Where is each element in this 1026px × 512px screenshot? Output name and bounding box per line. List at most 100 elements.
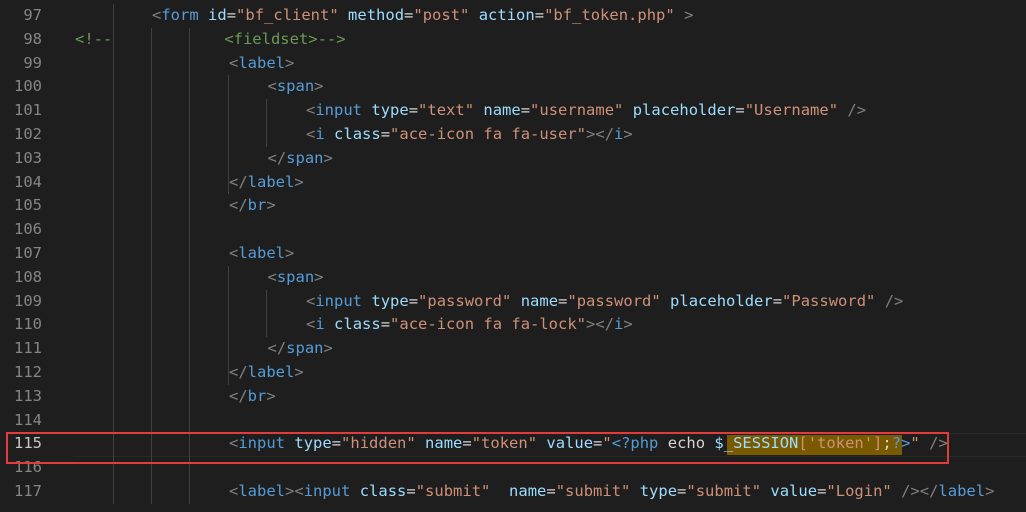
line-code: <label>: [229, 242, 294, 266]
code-token: "submit": [686, 482, 762, 500]
line-code: </label>: [229, 361, 304, 385]
code-token: >: [684, 6, 694, 24]
code-token: class: [334, 315, 381, 334]
code-token: =: [520, 101, 531, 120]
code-token: >: [586, 315, 596, 334]
line-code: <label><input class="submit" name="submi…: [229, 480, 994, 504]
code-token: =: [817, 482, 827, 500]
line-number: 101: [14, 101, 42, 120]
code-token: =: [380, 315, 391, 334]
code-line[interactable]: 104 </label>: [0, 171, 1026, 195]
line-number: 105: [14, 196, 42, 215]
code-line[interactable]: 114: [0, 409, 1026, 433]
code-token: type: [371, 101, 409, 120]
code-line[interactable]: 110 <i class="ace-icon fa fa-lock"></i>: [0, 313, 1026, 337]
code-token: >: [586, 125, 596, 143]
code-token: =: [558, 291, 568, 310]
line-code: <i class="ace-icon fa fa-lock"></i>: [306, 313, 633, 337]
code-token: <: [267, 77, 277, 96]
code-token: method: [348, 6, 405, 24]
line-number: 98: [23, 29, 42, 48]
code-token: <: [306, 125, 316, 143]
code-line[interactable]: 103 </span>: [0, 147, 1026, 171]
code-line[interactable]: 98 <!-- <fieldset>-->: [0, 28, 1026, 52]
code-token: span: [286, 148, 324, 167]
code-token: label: [238, 244, 286, 262]
code-token: >: [294, 363, 304, 381]
code-token: <: [306, 315, 316, 334]
code-line[interactable]: 108 <span>: [0, 266, 1026, 290]
line-number: 106: [14, 220, 42, 239]
code-token: >: [985, 482, 995, 500]
line-code: </label>: [229, 171, 304, 195]
code-token: =: [408, 291, 419, 310]
code-token: >: [623, 125, 633, 143]
line-code: </br>: [229, 385, 276, 409]
line-number: 108: [14, 267, 42, 286]
code-token: span: [276, 77, 315, 96]
code-token: /></: [901, 482, 939, 500]
code-line[interactable]: 101 <input type="text" name="username" pl…: [0, 99, 1026, 123]
code-token: =: [408, 101, 419, 120]
code-token: <: [229, 244, 239, 262]
code-token: <: [152, 6, 162, 24]
code-token: id: [208, 6, 227, 24]
line-code: </br>: [229, 194, 276, 218]
code-line[interactable]: 99 <label>: [0, 52, 1026, 76]
code-line[interactable]: 105 </br>: [0, 194, 1026, 218]
line-number: 109: [14, 291, 42, 310]
code-line[interactable]: 97 <form id="bf_client" method="post" act…: [0, 4, 1026, 28]
line-number: 104: [14, 172, 42, 191]
code-token: placeholder: [632, 101, 736, 120]
code-line[interactable]: 117 <label><input class="submit" name="su…: [0, 480, 1026, 504]
code-token: "password": [567, 291, 661, 310]
code-line[interactable]: 106: [0, 218, 1026, 242]
code-token: name: [520, 291, 559, 310]
code-token: "text": [418, 101, 475, 120]
code-token: =: [380, 125, 391, 143]
code-line[interactable]: 113 </br>: [0, 385, 1026, 409]
code-token: input: [303, 482, 351, 500]
code-token: <: [306, 101, 316, 120]
code-token: ><: [285, 482, 304, 500]
line-number: 113: [14, 386, 42, 405]
code-token: class: [334, 125, 381, 143]
code-token: </: [267, 339, 287, 358]
code-token: "password": [418, 291, 512, 310]
line-code: <input type="password" name="password" p…: [306, 290, 903, 314]
code-line[interactable]: 112 </label>: [0, 361, 1026, 385]
code-line[interactable]: 102 <i class="ace-icon fa fa-user"></i>: [0, 123, 1026, 147]
code-token: "ace-icon fa fa-lock": [390, 315, 587, 334]
line-number: 107: [14, 244, 42, 262]
code-token: </: [229, 172, 248, 191]
code-token: <!--: [75, 29, 225, 48]
code-token: name: [483, 101, 521, 120]
code-token: </: [267, 148, 287, 167]
code-token: >: [323, 339, 333, 358]
code-line[interactable]: 109 <input type="password" name="password…: [0, 290, 1026, 314]
line-code: <form id="bf_client" method="post" actio…: [152, 4, 693, 28]
code-line[interactable]: 111 </span>: [0, 337, 1026, 361]
code-line[interactable]: 100 <span>: [0, 75, 1026, 99]
line-number: 112: [14, 363, 42, 381]
line-code: </span>: [268, 147, 333, 171]
code-token: =: [404, 6, 414, 24]
line-number: 103: [14, 148, 42, 167]
code-token: =: [677, 482, 687, 500]
code-token: =: [534, 6, 545, 24]
code-token: type: [371, 291, 409, 310]
code-token: action: [478, 6, 535, 24]
code-token: </: [229, 196, 248, 215]
line-number: 111: [14, 339, 42, 358]
code-token: input: [315, 101, 363, 120]
code-token: >: [266, 196, 276, 215]
code-token: "post": [413, 6, 470, 24]
code-editor[interactable]: 97 <form id="bf_client" method="post" act…: [0, 0, 1026, 512]
code-line[interactable]: 107 <label>: [0, 242, 1026, 266]
